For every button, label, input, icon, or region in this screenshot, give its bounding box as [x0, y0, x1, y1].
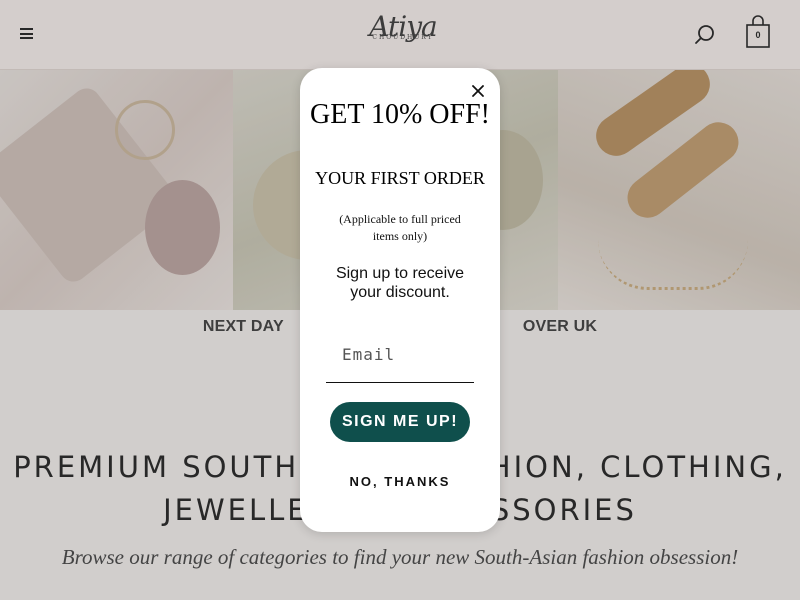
- popup-note: (Applicable to full priced items only): [339, 212, 461, 243]
- popup-subtitle: YOUR FIRST ORDER: [315, 168, 485, 188]
- discount-popup: GET 10% OFF! YOUR FIRST ORDER (Applicabl…: [300, 68, 500, 532]
- popup-description: Sign up to receive your discount.: [335, 265, 465, 301]
- popup-title: GET 10% OFF!: [310, 99, 490, 130]
- decline-button[interactable]: NO, THANKS: [300, 474, 500, 489]
- email-field[interactable]: [326, 326, 474, 383]
- signup-button[interactable]: SIGN ME UP!: [330, 402, 470, 442]
